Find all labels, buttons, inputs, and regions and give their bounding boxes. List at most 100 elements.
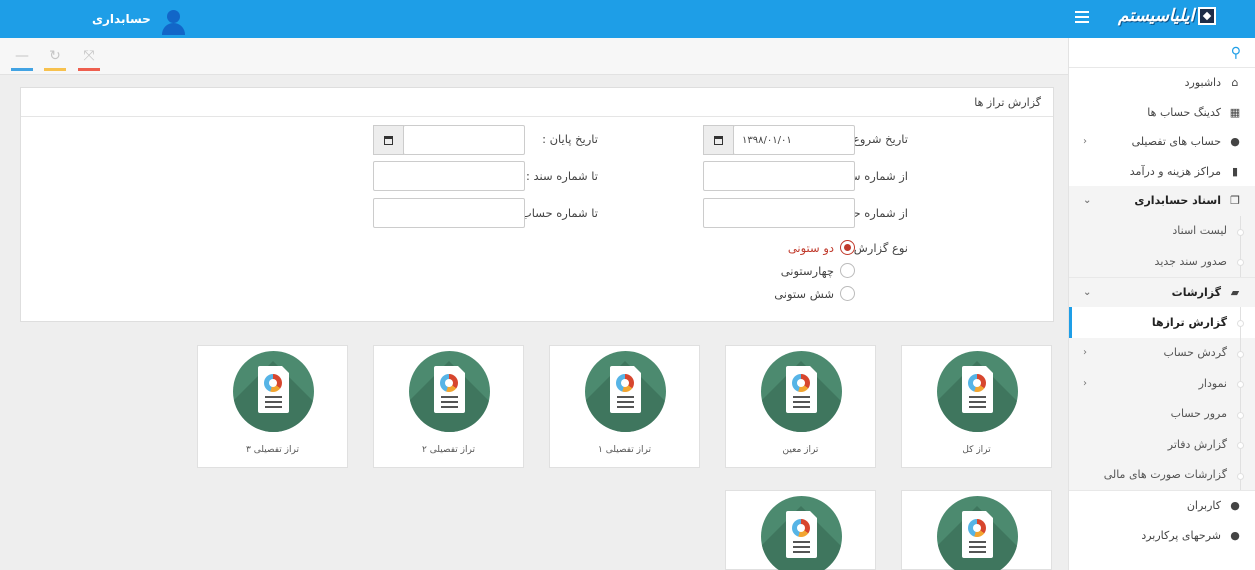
app-logo: ایلیاسیستم [1118,6,1217,26]
sidebar-item-new-document[interactable]: صدور سند جدید [1069,246,1255,277]
sidebar-item-common-descriptions[interactable]: ● شرحهای پرکاربرد [1069,521,1255,551]
to-document-input[interactable] [373,161,525,191]
report-icon [409,351,490,432]
sidebar-item-label: اسناد حسابداری [1134,194,1221,208]
sidebar-item-label: شرحهای پرکاربرد [1141,528,1221,542]
expand-icon[interactable]: ⤧ [74,38,104,73]
sidebar-item-label: داشبورد [1184,76,1221,90]
report-tile-subsidiary-balance[interactable]: تراز معین [725,345,876,468]
sidebar-item-label: گزارشات صورت های مالی [1103,468,1227,482]
tile-label: تراز کل [962,445,991,455]
from-document-input[interactable] [703,161,855,191]
sidebar-item-charts[interactable]: نمودار ‹ [1069,368,1255,399]
sidebar-item-label: کدینگ حساب ها [1147,105,1221,119]
chevron-left-icon: ‹ [1083,347,1087,359]
sidebar-item-label: حساب های تفصیلی [1131,135,1221,149]
copy-icon: ❐ [1230,194,1240,208]
radio-label: دو ستونی [787,240,834,255]
sidebar-item-dashboard[interactable]: ⌂ داشبورد [1069,68,1255,98]
chevron-down-icon: ⌄ [1083,286,1092,298]
sidebar-item-cost-centers[interactable]: ▮ مراکز هزینه و درآمد [1069,157,1255,187]
report-type-six-column-radio[interactable]: شش ستونی [774,286,855,301]
refresh-icon[interactable]: ↻ [40,38,70,73]
panel-title: گزارش تراز ها [21,88,1053,117]
sidebar-item-label: گزارشات [1171,285,1221,299]
report-type-four-column-radio[interactable]: چهارستونی [781,263,855,278]
sidebar-item-label: گزارش دفاتر [1167,437,1227,451]
end-date-label: تاریخ پایان : [542,132,598,146]
report-tile-detail-balance-1[interactable]: تراز تفصیلی ۱ [549,345,700,468]
sidebar-search[interactable]: ⚲ [1069,38,1255,67]
sidebar-item-balance-reports[interactable]: گزارش ترازها [1069,307,1255,338]
sidebar-item-label: گزارش ترازها [1151,315,1227,329]
tile-label: تراز تفصیلی ۲ [422,445,475,455]
report-tile-general-balance[interactable]: تراز کل [901,345,1052,468]
report-icon [937,351,1018,432]
chevron-left-icon: ‹ [1083,136,1087,148]
sidebar-item-label: گردش حساب [1163,346,1227,360]
report-type-two-column-radio[interactable]: دو ستونی [788,240,855,255]
sidebar-item-ledger-reports[interactable]: گزارش دفاتر [1069,429,1255,460]
report-tile[interactable] [901,490,1052,570]
user-name: حسابداری [92,12,151,26]
calendar-icon[interactable] [703,125,734,155]
user-avatar-icon [159,4,187,35]
book-icon: ▰ [1230,285,1240,299]
sidebar: ⚲ ⌂ داشبورد ▦ کدینگ حساب ها ● حساب های تفصی… [1068,38,1255,570]
users-icon: ● [1230,135,1240,149]
end-date-input[interactable] [403,125,525,155]
to-document-label: تا شماره سند : [525,169,598,183]
sidebar-item-users[interactable]: ● کاربران [1069,491,1255,521]
user-menu[interactable]: حسابداری [92,4,187,35]
user-icon: ● [1230,528,1240,542]
sidebar-item-label: صدور سند جدید [1154,254,1227,268]
user-icon: ● [1230,499,1240,513]
logo-mark-icon [1198,7,1217,25]
report-icon [937,496,1018,570]
report-icon [233,351,314,432]
start-date-input[interactable] [733,125,855,155]
sidebar-item-label: نمودار [1198,376,1227,390]
sidebar-item-label: مرور حساب [1170,407,1227,421]
report-type-label: نوع گزارش : [846,241,908,255]
report-tile[interactable] [725,490,876,570]
report-tile-detail-balance-3[interactable]: تراز تفصیلی ۳ [197,345,348,468]
sidebar-item-financial-statements[interactable]: گزارشات صورت های مالی [1069,459,1255,490]
sidebar-item-document-list[interactable]: لیست اسناد [1069,215,1255,246]
sidebar-item-label: کاربران [1186,499,1221,513]
radio-button-icon [840,240,855,255]
report-icon [761,351,842,432]
search-icon[interactable]: ⚲ [1231,45,1241,61]
radio-label: چهارستونی [780,263,834,278]
to-account-label: تا شماره حساب : [513,206,598,220]
sidebar-item-accounting-documents[interactable]: ❐ اسناد حسابداری ⌄ [1069,186,1255,216]
minimize-icon[interactable]: — [7,38,37,73]
grid-icon: ▦ [1229,105,1241,119]
menu-toggle-icon[interactable] [1075,11,1089,25]
balance-report-panel: گزارش تراز ها تاریخ شروع : تاریخ پایان :… [20,87,1054,322]
top-bar: حسابداری ایلیاسیستم [0,0,1255,38]
report-icon [585,351,666,432]
chevron-down-icon: ⌄ [1083,195,1092,207]
sidebar-item-account-turnover[interactable]: گردش حساب ‹ [1069,337,1255,368]
logo-text: ایلیاسیستم [1118,6,1195,26]
panel-toolbar: — ↻ ⤧ [0,38,1068,75]
tile-label: تراز معین [782,445,819,455]
report-icon [761,496,842,570]
home-icon: ⌂ [1231,76,1239,90]
sidebar-item-reports[interactable]: ▰ گزارشات ⌄ [1069,277,1255,307]
calendar-icon[interactable] [373,125,404,155]
tile-label: تراز تفصیلی ۱ [598,445,651,455]
sidebar-item-label: مراکز هزینه و درآمد [1129,164,1221,178]
radio-button-icon [840,286,855,301]
sidebar-item-account-review[interactable]: مرور حساب [1069,398,1255,429]
to-account-input[interactable] [373,198,525,228]
radio-label: شش ستونی [774,286,834,301]
radio-button-icon [840,263,855,278]
report-tile-detail-balance-2[interactable]: تراز تفصیلی ۲ [373,345,524,468]
tile-label: تراز تفصیلی ۳ [246,445,299,455]
sidebar-item-account-coding[interactable]: ▦ کدینگ حساب ها [1069,98,1255,128]
sidebar-item-detail-accounts[interactable]: ● حساب های تفصیلی ‹ [1069,127,1255,157]
from-account-input[interactable] [703,198,855,228]
chevron-left-icon: ‹ [1083,377,1087,389]
